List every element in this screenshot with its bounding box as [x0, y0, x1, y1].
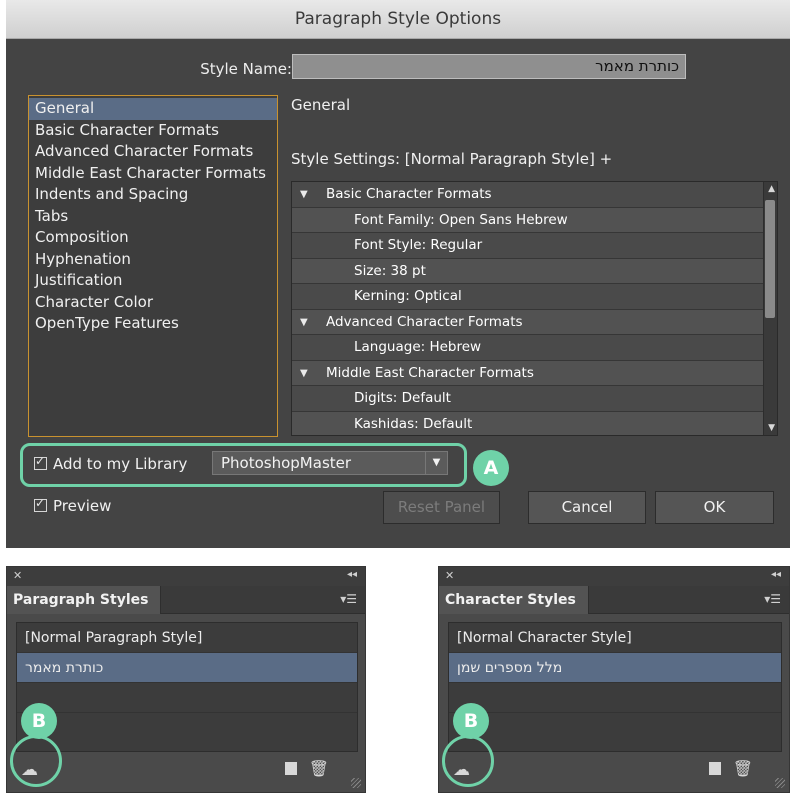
callout-badge-b: B [453, 703, 489, 739]
ok-button[interactable]: OK [655, 491, 774, 524]
library-select-value: PhotoshopMaster [221, 454, 352, 472]
library-icon-callout-highlight [442, 735, 494, 787]
category-opentype-features[interactable]: OpenType Features [29, 313, 277, 335]
paragraph-styles-list: [Normal Paragraph Style] כותרת מאמר [16, 622, 358, 752]
category-hyphenation[interactable]: Hyphenation [29, 249, 277, 271]
tab-paragraph-styles[interactable]: Paragraph Styles [7, 586, 162, 614]
add-to-library-checkbox[interactable]: Add to my Library [34, 454, 188, 473]
list-item[interactable]: מלל מספרים שמן [449, 653, 781, 683]
section-title: General [291, 96, 351, 114]
list-item-empty[interactable] [17, 713, 357, 743]
panel-menu-icon[interactable]: ▾☰ [764, 592, 781, 606]
settings-row: Size: 38 pt [292, 258, 777, 284]
paragraph-styles-panel: ✕ ◂◂ Paragraph Styles ▾☰ [Normal Paragra… [6, 566, 366, 793]
list-item[interactable]: [Normal Character Style] [449, 623, 781, 653]
character-styles-panel: ✕ ◂◂ Character Styles ▾☰ [Normal Charact… [438, 566, 790, 793]
disclosure-triangle-icon[interactable]: ▼ [300, 310, 308, 335]
style-name-input[interactable]: כותרת מאמר [292, 54, 686, 79]
new-style-icon[interactable] [709, 762, 721, 775]
dropdown-arrow-icon[interactable]: ▼ [425, 452, 447, 474]
list-item[interactable]: [Normal Paragraph Style] [17, 623, 357, 653]
cancel-button[interactable]: Cancel [528, 491, 646, 524]
collapse-icon[interactable]: ◂◂ [771, 569, 781, 580]
settings-row: Language: Hebrew [292, 335, 777, 361]
panel-topbar: ✕ ◂◂ [439, 567, 789, 586]
scroll-up-arrow-icon[interactable]: ▲ [768, 184, 775, 194]
panel-tab-row: Paragraph Styles ▾☰ [7, 586, 365, 614]
list-item-empty[interactable] [17, 683, 357, 713]
trash-icon[interactable]: 🗑 [309, 759, 329, 778]
list-item[interactable]: כותרת מאמר [17, 653, 357, 683]
trash-icon[interactable]: 🗑 [733, 759, 753, 778]
panel-topbar: ✕ ◂◂ [7, 567, 365, 586]
resize-grip-icon[interactable] [775, 778, 785, 788]
checkbox-checked-icon[interactable] [34, 454, 47, 470]
settings-row: Digits: Default [292, 386, 777, 412]
scroll-down-arrow-icon[interactable]: ▼ [768, 423, 775, 433]
settings-row[interactable]: ▼ Advanced Character Formats [292, 309, 777, 335]
new-style-icon[interactable] [285, 762, 297, 775]
paragraph-style-options-dialog: Paragraph Style Options Style Name: כותר… [6, 0, 790, 548]
category-middle-east-character-formats[interactable]: Middle East Character Formats [29, 163, 277, 185]
list-item-empty[interactable] [449, 683, 781, 713]
category-justification[interactable]: Justification [29, 270, 277, 292]
reset-panel-button[interactable]: Reset Panel [383, 491, 500, 524]
preview-label: Preview [53, 497, 112, 515]
settings-row[interactable]: ▼ Basic Character Formats [292, 182, 777, 208]
character-styles-list: [Normal Character Style] מלל מספרים שמן [448, 622, 782, 752]
style-settings-label: Style Settings: [Normal Paragraph Style]… [291, 150, 613, 168]
preview-checkbox[interactable]: Preview [34, 496, 112, 515]
settings-row[interactable]: ▼ Middle East Character Formats [292, 360, 777, 386]
category-list: General Basic Character Formats Advanced… [28, 95, 278, 437]
resize-grip-icon[interactable] [351, 778, 361, 788]
disclosure-triangle-icon[interactable]: ▼ [300, 361, 308, 386]
category-general[interactable]: General [29, 98, 277, 120]
category-advanced-character-formats[interactable]: Advanced Character Formats [29, 141, 277, 163]
panel-menu-icon[interactable]: ▾☰ [340, 592, 357, 606]
category-indents-and-spacing[interactable]: Indents and Spacing [29, 184, 277, 206]
category-tabs[interactable]: Tabs [29, 206, 277, 228]
scroll-thumb[interactable] [765, 200, 775, 318]
category-character-color[interactable]: Character Color [29, 292, 277, 314]
add-to-library-label: Add to my Library [53, 455, 188, 473]
list-item-empty[interactable] [449, 713, 781, 743]
settings-row: Kashidas: Default [292, 411, 777, 435]
close-icon[interactable]: ✕ [13, 569, 22, 582]
settings-scrollbar[interactable]: ▲ ▼ [763, 182, 777, 435]
callout-badge-a: A [473, 450, 509, 486]
settings-row: Font Style: Regular [292, 233, 777, 259]
panel-tab-row: Character Styles ▾☰ [439, 586, 789, 614]
style-settings-list: ▼ Basic Character Formats Font Family: Op… [291, 181, 778, 436]
category-composition[interactable]: Composition [29, 227, 277, 249]
library-select[interactable]: PhotoshopMaster ▼ [212, 451, 448, 475]
collapse-icon[interactable]: ◂◂ [347, 569, 357, 580]
disclosure-triangle-icon[interactable]: ▼ [300, 182, 308, 207]
checkbox-checked-icon[interactable] [34, 496, 47, 512]
style-name-label: Style Name: [200, 60, 292, 78]
library-icon-callout-highlight [10, 735, 62, 787]
settings-row: Font Family: Open Sans Hebrew [292, 207, 777, 233]
category-basic-character-formats[interactable]: Basic Character Formats [29, 120, 277, 142]
settings-row: Kerning: Optical [292, 284, 777, 310]
tab-character-styles[interactable]: Character Styles [439, 586, 589, 614]
callout-badge-b: B [21, 703, 57, 739]
dialog-title: Paragraph Style Options [6, 0, 790, 39]
close-icon[interactable]: ✕ [445, 569, 454, 582]
